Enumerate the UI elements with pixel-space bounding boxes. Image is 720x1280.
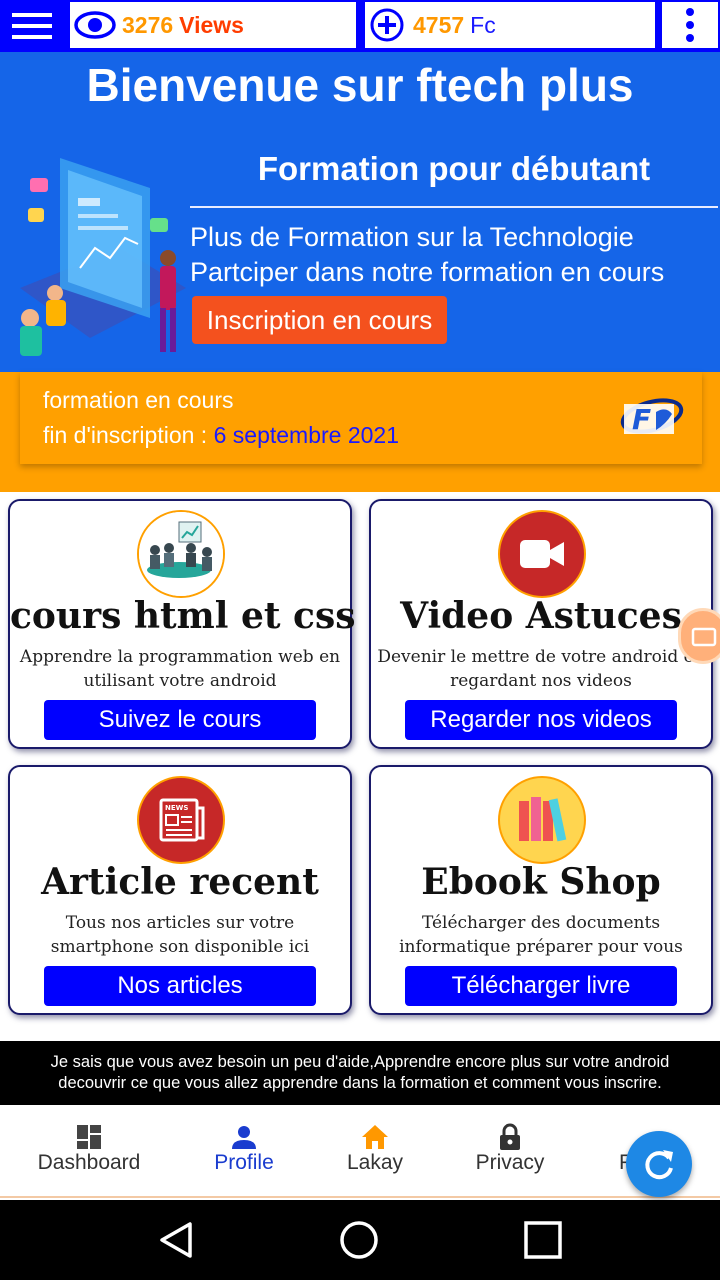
views-count: 3276	[122, 11, 174, 38]
card-description: Devenir le mettre de votre android en re…	[377, 647, 705, 691]
bottom-navigation: Dashboard Profile Lakay Privacy	[0, 1105, 720, 1198]
top-app-bar: 3276 Views 4757 Fc	[0, 0, 720, 52]
video-camera-icon	[498, 510, 586, 598]
views-counter: 3276 Views	[70, 2, 356, 48]
formation-status: formation en cours	[43, 387, 234, 413]
meeting-icon	[137, 510, 225, 598]
lock-icon	[496, 1123, 524, 1151]
technology-illustration-icon	[20, 158, 186, 356]
help-banner-line-1: Je sais que vous avez besoin un peu d'ai…	[50, 1053, 670, 1071]
nav-item-profile[interactable]: Profile	[200, 1123, 288, 1175]
card-title: Ebook Shop	[421, 861, 661, 903]
fc-label: Fc	[470, 11, 496, 38]
svg-text:F: F	[632, 403, 651, 436]
nav-item-dashboard[interactable]: Dashboard	[30, 1123, 148, 1175]
nav-label: Dashboard	[37, 1151, 141, 1174]
floating-overlay-button[interactable]	[678, 608, 720, 664]
fc-counter: 4757 Fc	[365, 2, 655, 48]
nav-label: Profile	[214, 1151, 274, 1174]
card-description: Tous nos articles sur votre smartphone s…	[50, 913, 310, 957]
download-book-button[interactable]: Télécharger livre	[405, 966, 677, 1006]
formation-band: formation en cours fin d'inscription : 6…	[0, 372, 720, 492]
hero-text-line-2: Partciper dans notre formation en cours	[190, 257, 665, 287]
eye-icon	[74, 11, 116, 39]
hero-section: Bienvenue sur ftech plus Formation pour …	[0, 52, 720, 372]
hero-title: Bienvenue sur ftech plus	[86, 59, 634, 111]
recents-icon[interactable]	[521, 1218, 565, 1262]
deadline-date: 6 septembre 2021	[213, 422, 399, 448]
hero-divider	[190, 206, 718, 208]
home-icon	[361, 1123, 389, 1151]
menu-icon[interactable]	[0, 0, 64, 52]
books-icon	[498, 776, 586, 864]
refresh-icon	[645, 1150, 673, 1180]
more-vert-icon[interactable]	[662, 2, 718, 48]
card-description: Télécharger des documents informatique p…	[399, 913, 683, 957]
svg-text:NEWS: NEWS	[165, 804, 188, 812]
card-title: cours html et css	[10, 595, 356, 637]
home-circle-icon[interactable]	[337, 1218, 381, 1262]
course-card-ebook: Ebook Shop Télécharger des documents inf…	[369, 765, 713, 1015]
formation-card: formation en cours fin d'inscription : 6…	[20, 372, 702, 464]
card-title: Video Astuces	[400, 595, 682, 637]
fc-count: 4757	[413, 11, 465, 38]
help-banner: Je sais que vous avez besoin un peu d'ai…	[0, 1041, 720, 1105]
card-description: Apprendre la programmation web en utilis…	[19, 647, 341, 691]
plus-circle-icon	[370, 8, 404, 42]
nav-label: Lakay	[346, 1151, 404, 1174]
help-banner-line-2: decouvrir ce que vous allez apprendre da…	[58, 1074, 662, 1092]
nav-item-lakay[interactable]: Lakay	[330, 1123, 420, 1175]
inscription-button[interactable]: Inscription en cours	[192, 296, 447, 344]
nav-item-privacy[interactable]: Privacy	[462, 1123, 558, 1175]
dashboard-icon	[75, 1123, 103, 1151]
back-icon[interactable]	[154, 1218, 198, 1262]
inscription-deadline: fin d'inscription : 6 septembre 2021	[43, 422, 399, 449]
person-icon	[230, 1123, 258, 1151]
course-card-video: Video Astuces Devenir le mettre de votre…	[369, 499, 713, 749]
deadline-label: fin d'inscription :	[43, 422, 208, 448]
watch-videos-button[interactable]: Regarder nos videos	[405, 700, 677, 740]
follow-course-button[interactable]: Suivez le cours	[44, 700, 316, 740]
gallery-icon	[691, 627, 717, 647]
card-title: Article recent	[41, 861, 319, 903]
hero-text-line-1: Plus de Formation sur la Technologie	[190, 222, 634, 252]
hero-subtitle: Formation pour débutant	[257, 150, 651, 187]
course-card-html-css: cours html et css Apprendre la programma…	[8, 499, 356, 749]
course-card-articles: NEWS Article recent Tous nos articles su…	[8, 765, 352, 1015]
views-label: Views	[179, 11, 244, 38]
newspaper-icon: NEWS	[137, 776, 225, 864]
ftech-logo-icon: F	[620, 398, 684, 436]
refresh-fab[interactable]	[626, 1131, 692, 1197]
articles-button[interactable]: Nos articles	[44, 966, 316, 1006]
system-navigation-bar	[0, 1200, 720, 1280]
nav-label: Privacy	[475, 1151, 545, 1174]
